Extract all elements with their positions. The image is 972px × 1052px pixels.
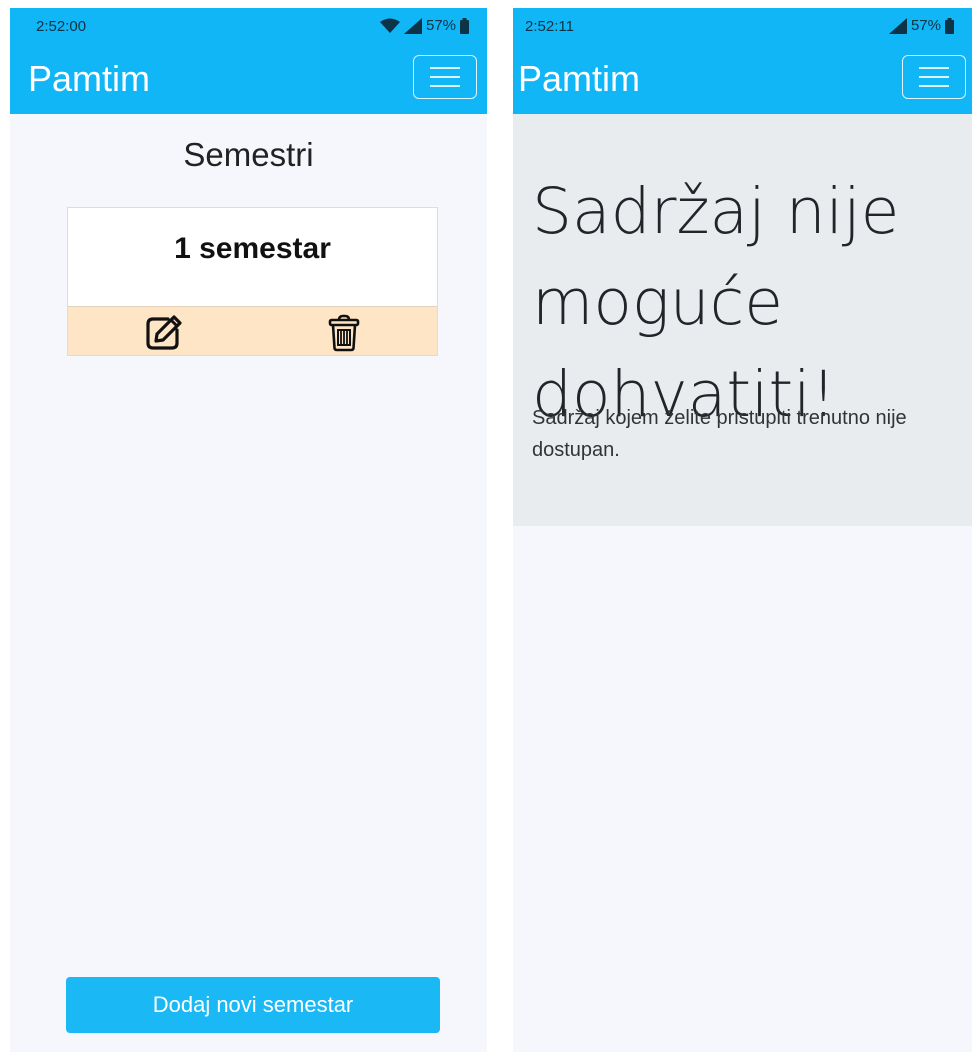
signal-icon <box>888 17 907 34</box>
semester-name: 1 semestar <box>174 232 331 265</box>
page-title: Semestri <box>183 136 314 173</box>
signal-icon <box>403 17 422 34</box>
app-bar: Pamtim <box>513 46 972 114</box>
status-time: 2:52:00 <box>36 18 87 35</box>
error-panel: Sadržaj nije moguće dohvatiti! Sadržaj k… <box>513 114 972 526</box>
app-title: Pamtim <box>518 58 641 99</box>
add-semester-button[interactable]: Dodaj novi semestar <box>66 977 440 1033</box>
app-title: Pamtim <box>28 58 151 99</box>
status-icons: 57% <box>888 17 954 34</box>
trash-icon[interactable] <box>324 313 364 353</box>
edit-icon[interactable] <box>143 313 183 353</box>
menu-button[interactable] <box>902 55 966 99</box>
status-icons: 57% <box>379 17 469 34</box>
menu-icon-line <box>919 67 949 69</box>
wifi-icon <box>379 18 400 33</box>
menu-icon-line <box>430 76 460 78</box>
error-heading: Sadržaj nije moguće dohvatiti! <box>532 175 900 431</box>
card-actions <box>68 306 437 355</box>
semester-card[interactable]: 1 semestar <box>67 207 438 356</box>
battery-icon <box>945 17 954 34</box>
app-bar: Pamtim <box>10 46 487 114</box>
status-bar: 2:52:11 57% <box>513 8 972 46</box>
menu-icon-line <box>919 76 949 78</box>
battery-percent: 57% <box>910 17 941 34</box>
menu-icon-line <box>430 85 460 87</box>
semesters-screen: 2:52:00 57% Pamtim Semestri 1 semestar D… <box>10 8 487 1052</box>
menu-button[interactable] <box>413 55 477 99</box>
battery-icon <box>460 17 469 34</box>
status-bar: 2:52:00 57% <box>10 8 487 46</box>
error-screen: 2:52:11 57% Pamtim Sadržaj nije moguće d… <box>513 8 972 1052</box>
battery-percent: 57% <box>425 17 456 34</box>
error-message: Sadržaj kojem želite pristupiti trenutno… <box>532 407 907 461</box>
menu-icon-line <box>430 67 460 69</box>
status-time: 2:52:11 <box>525 18 574 35</box>
menu-icon-line <box>919 85 949 87</box>
